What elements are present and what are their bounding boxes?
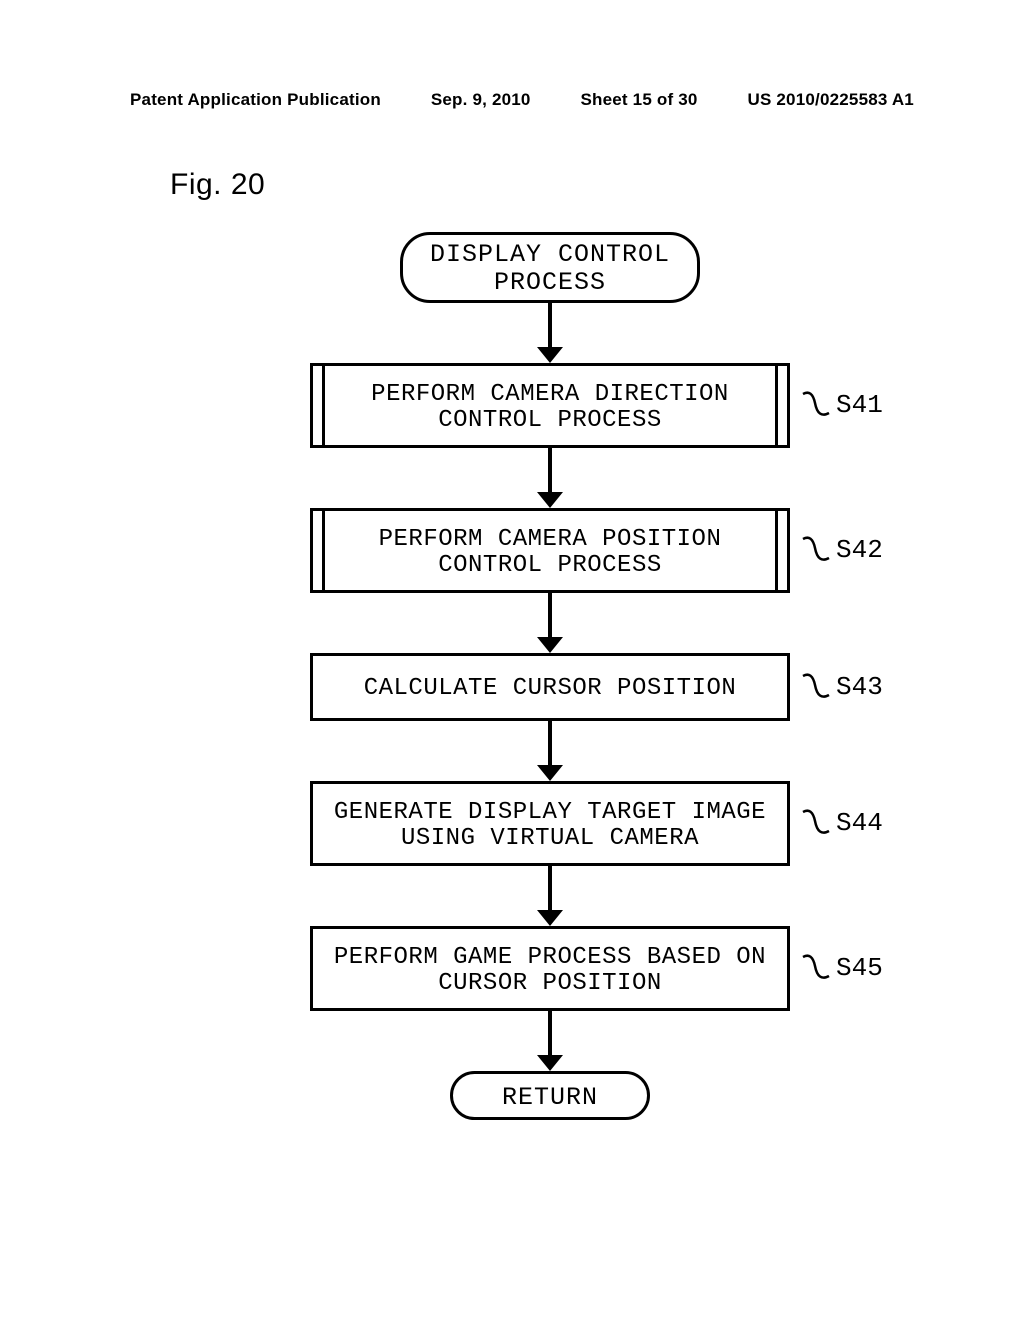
step-s43: CALCULATE CURSOR POSITION S43 [190,653,910,721]
step-id-text: S43 [836,672,883,702]
arrow-head-icon [537,492,563,508]
flowchart: DISPLAY CONTROL PROCESS PERFORM CAMERA D… [190,232,910,1120]
terminal-start-text-1: DISPLAY CONTROL [430,240,670,269]
arrow [190,593,910,653]
figure-label: Fig. 20 [170,168,914,202]
step-id-label: S41 [802,390,883,420]
process-box: GENERATE DISPLAY TARGET IMAGE USING VIRT… [310,781,790,866]
arrow [190,303,910,363]
arrow-head-icon [537,637,563,653]
step-id-text: S45 [836,953,883,983]
arrow-head-icon [537,347,563,363]
arrow-shaft [548,448,552,492]
predefined-process-box: PERFORM CAMERA POSITION CONTROL PROCESS [310,508,790,593]
arrow-shaft [548,593,552,637]
arrow-head-icon [537,765,563,781]
step-id-label: S45 [802,953,883,983]
step-s44: GENERATE DISPLAY TARGET IMAGE USING VIRT… [190,781,910,866]
step-id-label: S43 [802,672,883,702]
arrow [190,448,910,508]
step-text: CONTROL PROCESS [438,407,662,434]
step-id-text: S41 [836,390,883,420]
step-text: PERFORM CAMERA DIRECTION [371,381,729,408]
arrow-shaft [548,303,552,347]
predefined-process-box: PERFORM CAMERA DIRECTION CONTROL PROCESS [310,363,790,448]
step-id-text: S42 [836,535,883,565]
leader-line-icon [802,391,830,419]
terminal-start: DISPLAY CONTROL PROCESS [400,232,700,303]
arrow-shaft [548,721,552,765]
arrow [190,721,910,781]
step-s45: PERFORM GAME PROCESS BASED ON CURSOR POS… [190,926,910,1011]
step-text: PERFORM CAMERA POSITION [379,526,722,553]
leader-line-icon [802,809,830,837]
arrow-head-icon [537,1055,563,1071]
step-text: PERFORM GAME PROCESS BASED ON [334,944,766,971]
step-text: USING VIRTUAL CAMERA [401,825,699,852]
leader-line-icon [802,673,830,701]
step-text: CALCULATE CURSOR POSITION [364,675,737,702]
sheet-number: Sheet 15 of 30 [580,90,697,110]
step-s41: PERFORM CAMERA DIRECTION CONTROL PROCESS… [190,363,910,448]
publication-type: Patent Application Publication [130,90,381,110]
step-text: CONTROL PROCESS [438,552,662,579]
arrow [190,866,910,926]
page-header: Patent Application Publication Sep. 9, 2… [130,90,914,110]
page: Patent Application Publication Sep. 9, 2… [0,0,1024,1320]
arrow-shaft [548,866,552,910]
arrow [190,1011,910,1071]
arrow-head-icon [537,910,563,926]
publication-date: Sep. 9, 2010 [431,90,531,110]
step-text: CURSOR POSITION [438,970,662,997]
terminal-return: RETURN [450,1071,650,1121]
step-text: GENERATE DISPLAY TARGET IMAGE [334,799,766,826]
arrow-shaft [548,1011,552,1055]
step-id-label: S44 [802,808,883,838]
step-s42: PERFORM CAMERA POSITION CONTROL PROCESS … [190,508,910,593]
step-id-text: S44 [836,808,883,838]
leader-line-icon [802,954,830,982]
step-id-label: S42 [802,535,883,565]
publication-number: US 2010/0225583 A1 [747,90,914,110]
process-box: CALCULATE CURSOR POSITION [310,653,790,721]
process-box: PERFORM GAME PROCESS BASED ON CURSOR POS… [310,926,790,1011]
terminal-return-text: RETURN [502,1083,598,1112]
leader-line-icon [802,536,830,564]
terminal-start-text-2: PROCESS [494,268,606,297]
